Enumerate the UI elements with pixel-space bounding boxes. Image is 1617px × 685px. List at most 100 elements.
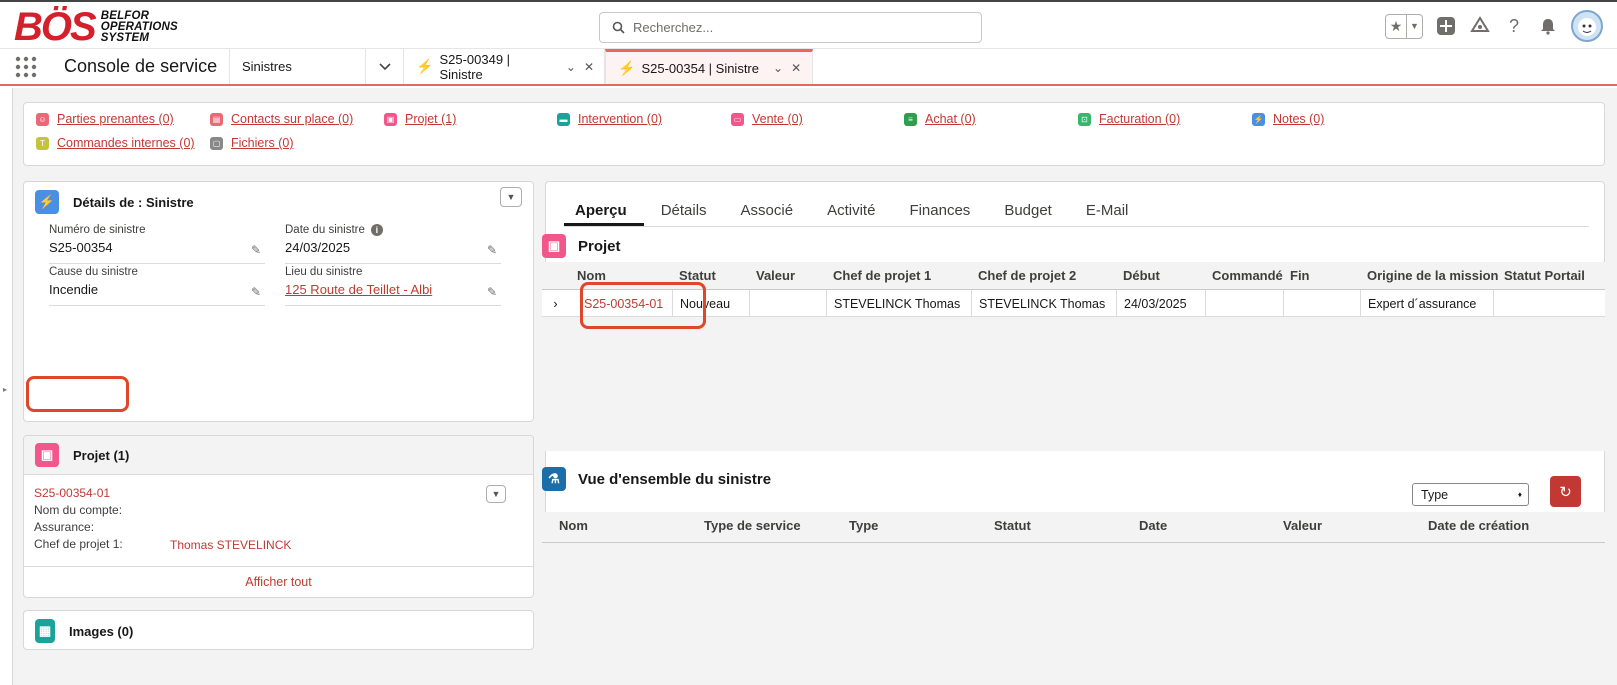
help-icon[interactable]: ? [1503,15,1525,37]
tab-finances[interactable]: Finances [892,194,987,226]
projet-related-card: ▣ Projet (1) ▼ S25-00354-01 Nom du compt… [23,435,534,598]
trailhead-icon[interactable] [1469,15,1491,37]
overview-table-header: Nom Type de service Type Statut Date Val… [542,512,1605,543]
edit-pencil-icon[interactable]: ✎ [251,243,261,257]
tab-activite[interactable]: Activité [810,194,892,226]
app-launcher-icon[interactable] [0,49,52,84]
tab-apercu[interactable]: Aperçu [564,194,644,226]
edit-pencil-icon[interactable]: ✎ [487,285,497,299]
related-link-facturation[interactable]: ⊡ Facturation (0) [1078,112,1180,126]
briefcase-icon: ▣ [542,234,566,258]
projet-card-title[interactable]: Projet (1) [73,448,129,463]
record-page: ▸ ☺ Parties prenantes (0) ▤ Contacts sur… [0,88,1617,685]
notifications-bell-icon[interactable] [1537,15,1559,37]
col-fin[interactable]: Fin [1290,268,1310,283]
chevron-down-icon[interactable]: ▼ [1406,14,1422,38]
chef-label: Chef de projet 1: [34,537,123,551]
edit-pencil-icon[interactable]: ✎ [251,285,261,299]
global-search-input[interactable]: Recherchez... [599,12,982,43]
tab-label: S25-00354 | Sinistre [641,60,759,76]
main-panel: Aperçu Détails Associé Activité Finances… [542,181,1605,685]
col-statut[interactable]: Statut [679,268,716,283]
related-link-commandes-internes[interactable]: T Commandes internes (0) [36,136,195,150]
workspace-tab-s25-00354[interactable]: ⚡ S25-00354 | Sinistre ⌄ ✕ [605,49,813,84]
related-link-achat[interactable]: ≡ Achat (0) [904,112,976,126]
global-header: BÖS BELFOR OPERATIONS SYSTEM Recherchez.… [0,0,1617,49]
related-link-intervention[interactable]: ▬ Intervention (0) [557,112,662,126]
related-link-contacts[interactable]: ▤ Contacts sur place (0) [210,112,353,126]
tab-chevron-down-icon[interactable]: ⌄ [566,60,576,74]
expand-arrow-icon[interactable]: ▸ [3,385,7,394]
col-debut[interactable]: Début [1123,268,1160,283]
nav-menu-chevron-icon[interactable] [366,49,404,84]
info-icon[interactable]: i [370,224,383,236]
col-type[interactable]: Type [849,518,878,533]
chef-link[interactable]: Thomas STEVELINCK [170,538,291,552]
lieu-link[interactable]: 125 Route de Teillet - Albi [285,282,501,297]
expand-row-chevron-icon[interactable]: › [542,290,569,317]
overview-table: Nom Type de service Type Statut Date Val… [542,512,1605,685]
global-create-icon[interactable] [1435,15,1457,37]
assurance-label: Assurance: [34,520,95,534]
projet-record-link[interactable]: S25-00354-01 [34,486,110,500]
briefcase-icon: ▣ [35,443,59,467]
details-card-title: Détails de : Sinistre [73,194,194,210]
tab-details[interactable]: Détails [644,194,724,226]
purchase-icon: ≡ [904,112,917,126]
col-chef-1[interactable]: Chef de projet 1 [833,268,931,283]
details-actions-dropdown[interactable]: ▼ [500,187,522,207]
app-name: Console de service [52,49,230,84]
type-filter-select[interactable]: Type ♦ [1412,483,1529,506]
workspace-tab-s25-00349[interactable]: ⚡ S25-00349 | Sinistre ⌄ ✕ [404,49,605,84]
col-nom[interactable]: Nom [577,268,606,283]
stakeholders-icon: ☺ [36,112,49,126]
related-link-notes[interactable]: ⚡ Notes (0) [1252,112,1324,126]
cell-statut-portail [1494,290,1605,317]
tab-associe[interactable]: Associé [724,194,811,226]
col-nom[interactable]: Nom [559,518,588,533]
col-date[interactable]: Date [1139,518,1167,533]
projet-section-title: Projet [578,237,621,255]
images-card-title[interactable]: Images (0) [69,624,133,639]
tab-close-icon[interactable]: ✕ [791,61,801,75]
col-origine[interactable]: Origine de la mission [1367,268,1498,283]
related-link-parties-prenantes[interactable]: ☺ Parties prenantes (0) [36,112,174,126]
truck-icon: ▬ [557,112,570,126]
col-type-service[interactable]: Type de service [704,518,801,533]
record-tabs: Aperçu Détails Associé Activité Finances… [564,194,1589,227]
view-all-link[interactable]: Afficher tout [24,566,533,597]
cell-chef-1: STEVELINCK Thomas [827,290,972,317]
col-date-creation[interactable]: Date de création [1428,518,1529,533]
tab-chevron-down-icon[interactable]: ⌄ [773,61,783,75]
object-selector[interactable]: Sinistres [230,49,366,84]
search-icon [612,21,625,34]
utility-rail[interactable]: ▸ [0,88,13,685]
row-actions-dropdown[interactable]: ▼ [486,485,506,503]
related-link-projet[interactable]: ▣ Projet (1) [384,112,456,126]
related-link-vente[interactable]: ▭ Vente (0) [731,112,803,126]
files-icon: ▢ [210,136,223,150]
header-actions: ★ ▼ ? [1385,10,1603,42]
refresh-button[interactable]: ↻ [1550,476,1581,507]
app-navigation-bar: Console de service Sinistres ⚡ S25-00349… [0,49,1617,86]
tab-email[interactable]: E-Mail [1069,194,1146,226]
col-chef-2[interactable]: Chef de projet 2 [978,268,1076,283]
bos-logo[interactable]: BÖS BELFOR OPERATIONS SYSTEM [14,7,178,47]
tab-close-icon[interactable]: ✕ [584,60,594,74]
tab-budget[interactable]: Budget [987,194,1069,226]
briefcase-icon: ▣ [384,112,397,126]
edit-pencil-icon[interactable]: ✎ [487,243,497,257]
col-commande[interactable]: Commandé [1212,268,1283,283]
star-icon[interactable]: ★ [1386,15,1406,38]
related-link-fichiers[interactable]: ▢ Fichiers (0) [210,136,294,150]
col-statut-portail[interactable]: Statut Portail [1504,268,1585,283]
cell-fin [1284,290,1361,317]
cell-chef-2: STEVELINCK Thomas [972,290,1117,317]
favorites-button[interactable]: ★ ▼ [1385,13,1423,39]
col-valeur[interactable]: Valeur [1283,518,1322,533]
col-statut[interactable]: Statut [994,518,1031,533]
overview-section-header: ⚗ Vue d'ensemble du sinistre [542,467,771,491]
col-valeur[interactable]: Valeur [756,268,795,283]
user-avatar[interactable] [1571,10,1603,42]
compte-label: Nom du compte: [34,503,123,517]
